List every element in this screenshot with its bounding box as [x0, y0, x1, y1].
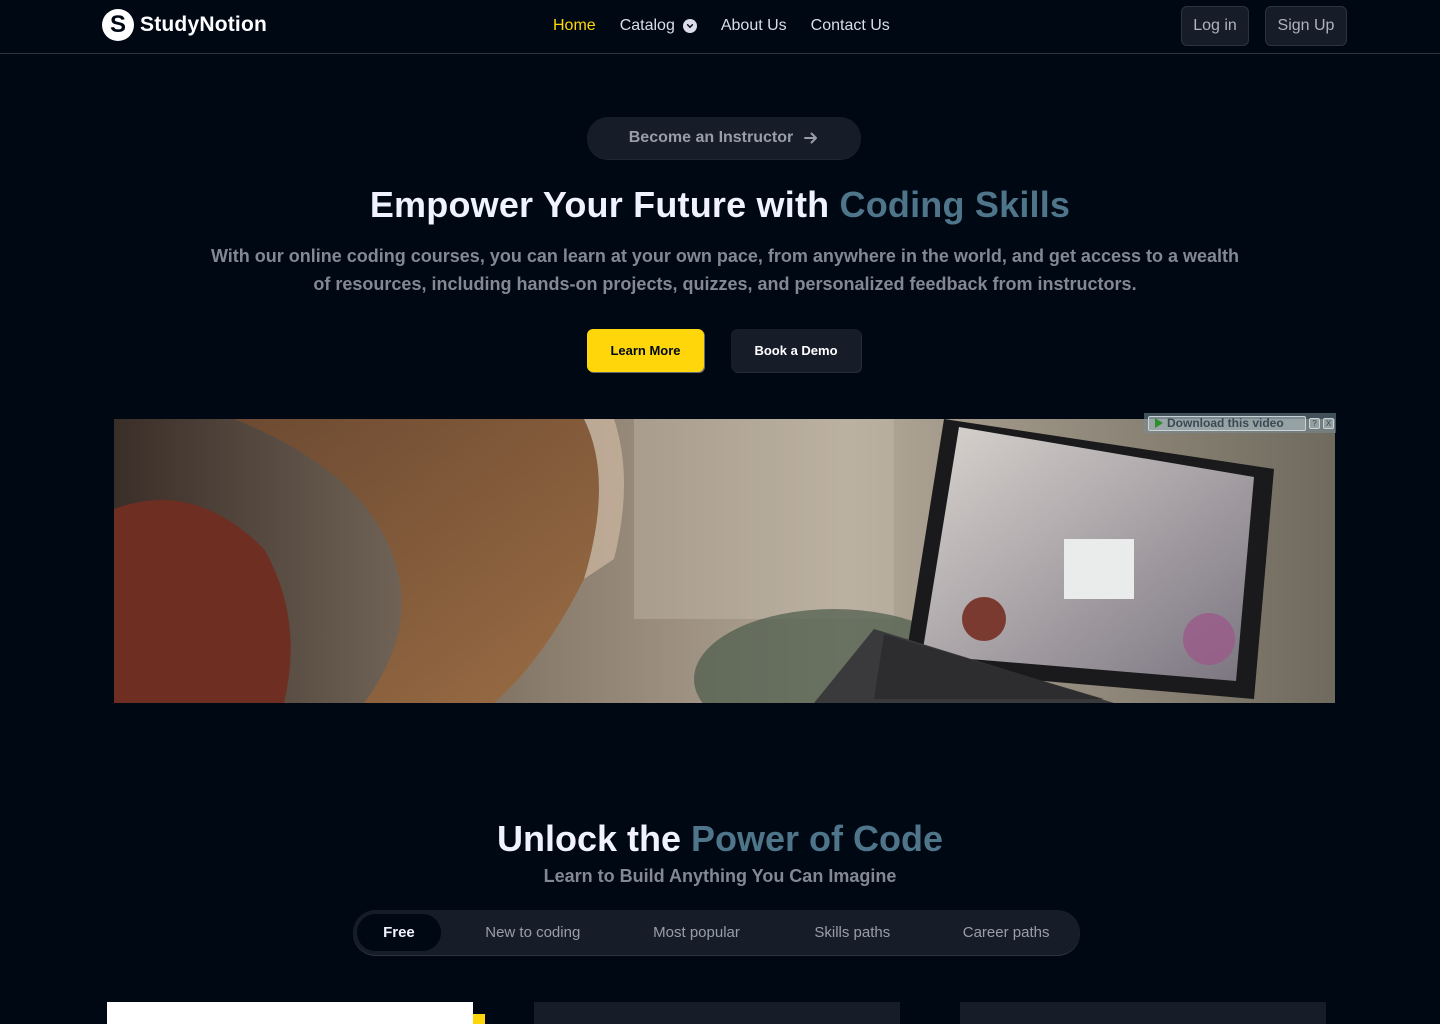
- chevron-down-icon: [682, 19, 697, 33]
- logo-icon: S: [102, 9, 134, 41]
- nav-home[interactable]: Home: [553, 17, 596, 35]
- nav-catalog-label: Catalog: [619, 17, 675, 34]
- download-video-label: Download this video: [1167, 416, 1284, 430]
- arrow-right-icon: [803, 130, 819, 146]
- play-icon: [1155, 418, 1163, 428]
- become-instructor-button[interactable]: Become an Instructor: [587, 117, 861, 159]
- video-download-bar: Download this video ? X: [1144, 413, 1336, 433]
- login-button[interactable]: Log in: [1181, 6, 1249, 46]
- hero-title-prefix: Empower Your Future with: [369, 184, 840, 225]
- tab-new-to-coding[interactable]: New to coding: [441, 914, 625, 951]
- close-icon[interactable]: X: [1323, 417, 1334, 429]
- course-tabs: Free New to coding Most popular Skills p…: [353, 910, 1080, 955]
- hero-video[interactable]: [114, 419, 1335, 703]
- become-instructor-label: Become an Instructor: [628, 129, 794, 146]
- tab-skills-paths[interactable]: Skills paths: [768, 914, 936, 951]
- tab-most-popular[interactable]: Most popular: [625, 914, 769, 951]
- navbar: S StudyNotion Home Catalog About Us Cont…: [0, 0, 1440, 54]
- nav-about[interactable]: About Us: [721, 17, 787, 35]
- learn-more-button[interactable]: Learn More: [587, 329, 704, 372]
- hero-subtitle: With our online coding courses, you can …: [210, 246, 1240, 294]
- tab-free[interactable]: Free: [357, 914, 441, 951]
- help-icon[interactable]: ?: [1309, 417, 1320, 429]
- section-title-prefix: Unlock the: [496, 818, 691, 859]
- nav-links: Home Catalog About Us Contact Us: [553, 16, 914, 36]
- section-title: Unlock the Power of Code: [0, 818, 1440, 860]
- course-card[interactable]: [534, 1002, 900, 1024]
- hero-title-highlight: Coding Skills: [839, 184, 1071, 225]
- book-demo-button[interactable]: Book a Demo: [731, 329, 861, 372]
- hero-title: Empower Your Future with Coding Skills: [0, 184, 1440, 226]
- section-subtitle: Learn to Build Anything You Can Imagine: [543, 866, 897, 886]
- nav-contact[interactable]: Contact Us: [811, 17, 890, 35]
- download-video-button[interactable]: Download this video: [1148, 415, 1306, 431]
- logo-text: StudyNotion: [140, 13, 268, 36]
- logo[interactable]: S StudyNotion: [102, 9, 267, 41]
- nav-catalog[interactable]: Catalog: [620, 17, 697, 35]
- tab-career-paths[interactable]: Career paths: [936, 914, 1076, 951]
- course-card[interactable]: [107, 1002, 473, 1024]
- signup-button[interactable]: Sign Up: [1265, 6, 1347, 46]
- section-title-highlight: Power of Code: [691, 818, 944, 859]
- video-frame-image: [114, 419, 1335, 703]
- course-card[interactable]: [960, 1002, 1326, 1024]
